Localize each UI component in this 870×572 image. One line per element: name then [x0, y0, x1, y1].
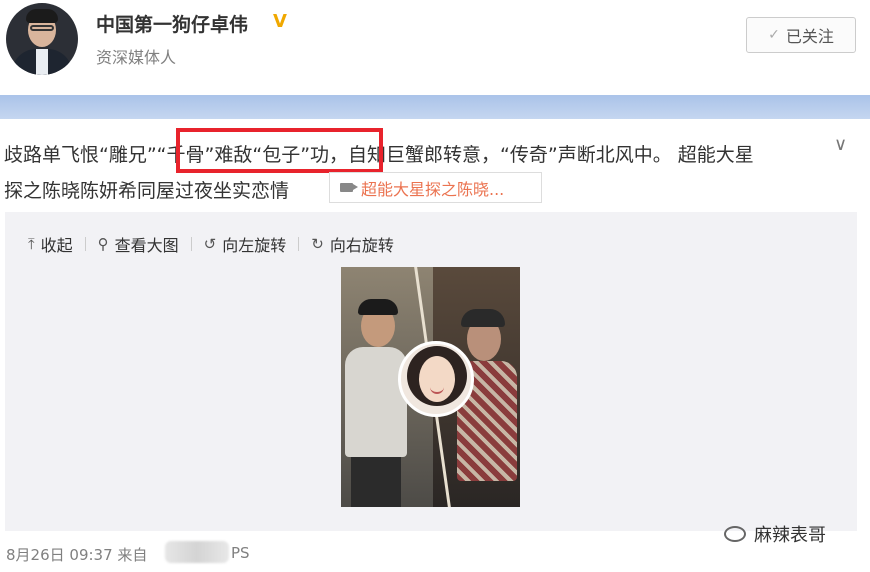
post-image[interactable]: [341, 267, 520, 507]
post-source-tail: PS: [231, 544, 250, 562]
view-large-button[interactable]: ⚲ 查看大图: [98, 232, 179, 256]
banner-strip: [0, 95, 870, 119]
follow-button-label: 已关注: [785, 27, 834, 46]
rotate-right-label: 向右旋转: [329, 236, 394, 255]
image-toolbar: ⤒ 收起 ⚲ 查看大图 ↺ 向左旋转 ↻ 向右旋转: [28, 233, 394, 255]
watermark-label: 麻辣表哥: [754, 525, 826, 546]
face-inset: [398, 341, 474, 417]
rotate-left-button[interactable]: ↺ 向左旋转: [204, 232, 287, 256]
arrow-up-icon: ⤒: [28, 235, 35, 253]
toolbar-divider: [298, 237, 300, 251]
post-text-line2: 探之陈晓陈妍希同屋过夜坐实恋情: [4, 180, 290, 202]
verified-icon: V: [273, 11, 287, 32]
search-icon: ⚲: [97, 235, 109, 253]
collapse-button[interactable]: ⤒ 收起: [28, 232, 73, 256]
user-avatar[interactable]: [6, 3, 78, 75]
toolbar-divider: [190, 237, 192, 251]
post-timestamp[interactable]: 8月26日 09:37 来自: [6, 544, 147, 565]
rotate-right-icon: ↻: [311, 235, 324, 253]
video-link-card[interactable]: 超能大星探之陈晓...: [329, 172, 542, 203]
chevron-down-icon[interactable]: ∨: [834, 134, 847, 155]
user-title: 资深媒体人: [96, 48, 177, 67]
toolbar-divider: [84, 237, 86, 251]
video-camera-icon: [340, 183, 358, 192]
user-name[interactable]: 中国第一狗仔卓伟: [96, 10, 248, 37]
rotate-left-label: 向左旋转: [222, 236, 287, 255]
view-large-label: 查看大图: [114, 236, 179, 255]
collapse-label: 收起: [40, 236, 73, 255]
follow-button[interactable]: ✓ 已关注: [746, 17, 856, 53]
red-highlight-box: [176, 128, 383, 173]
video-link-label: 超能大星探之陈晓...: [361, 179, 505, 199]
rotate-right-button[interactable]: ↻ 向右旋转: [311, 232, 394, 256]
watermark: 麻辣表哥: [724, 521, 826, 547]
rotate-left-icon: ↺: [203, 235, 217, 253]
blurred-source: [165, 541, 229, 563]
wechat-icon: [724, 526, 746, 542]
check-icon: ✓: [768, 27, 780, 43]
